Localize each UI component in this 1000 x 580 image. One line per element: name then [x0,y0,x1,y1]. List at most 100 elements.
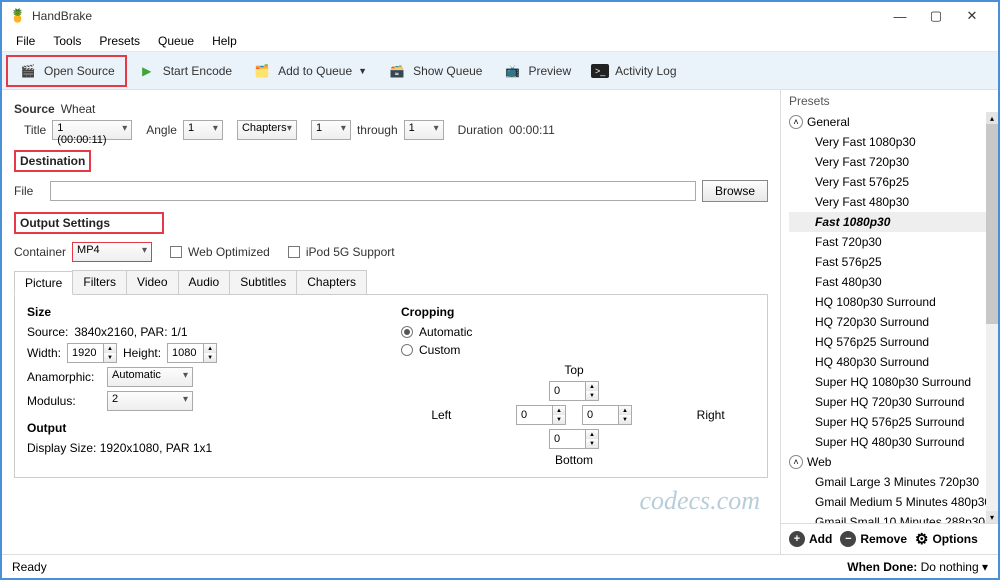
crop-bottom-input[interactable] [549,429,585,449]
preset-category-web[interactable]: ˄Web [789,452,996,472]
add-to-queue-button[interactable]: 🗂️ Add to Queue ▼ [242,57,377,85]
preset-item[interactable]: Very Fast 1080p30 [789,132,996,152]
crop-right-label: Right [697,408,725,422]
preset-options-button[interactable]: ⚙Options [915,530,978,548]
destination-file-input[interactable] [50,181,696,201]
width-spinner[interactable]: ▲▼ [103,343,117,363]
scroll-up-icon[interactable]: ▴ [986,112,998,124]
preset-item[interactable]: HQ 1080p30 Surround [789,292,996,312]
collapse-icon: ˄ [789,115,803,129]
scroll-down-icon[interactable]: ▾ [986,511,998,523]
maximize-button[interactable]: ▢ [918,5,954,27]
tab-video[interactable]: Video [126,270,178,294]
anamorphic-select[interactable]: Automatic [107,367,193,387]
preset-item[interactable]: Fast 480p30 [789,272,996,292]
collapse-icon: ˄ [789,455,803,469]
width-label: Width: [27,346,61,360]
minimize-button[interactable]: — [882,5,918,27]
crop-left-label: Left [431,408,451,422]
width-input[interactable] [67,343,103,363]
open-source-button[interactable]: 🎬 Open Source [6,55,127,87]
crop-custom-radio[interactable] [401,344,413,356]
height-spinner[interactable]: ▲▼ [203,343,217,363]
range-mode-select[interactable]: Chapters [237,120,297,140]
tab-filters[interactable]: Filters [72,270,127,294]
menu-file[interactable]: File [8,32,43,50]
clapperboard-icon: 🎬 [18,61,38,81]
range-end-select[interactable]: 1 [404,120,444,140]
preset-item[interactable]: Gmail Small 10 Minutes 288p30 [789,512,996,523]
range-start-select[interactable]: 1 [311,120,351,140]
source-name: Wheat [61,102,96,116]
preset-item[interactable]: Fast 1080p30 [789,212,996,232]
crop-left-input[interactable] [516,405,552,425]
window-title: HandBrake [32,9,92,23]
angle-select[interactable]: 1 [183,120,223,140]
crop-auto-radio[interactable] [401,326,413,338]
preset-item[interactable]: Fast 720p30 [789,232,996,252]
title-select[interactable]: 1 (00:00:11) [52,120,132,140]
output-heading: Output [27,421,381,435]
preset-item[interactable]: Fast 576p25 [789,252,996,272]
preset-item[interactable]: Super HQ 720p30 Surround [789,392,996,412]
through-label: through [357,123,398,137]
tab-chapters[interactable]: Chapters [296,270,367,294]
menu-help[interactable]: Help [204,32,245,50]
size-heading: Size [27,305,381,319]
menu-queue[interactable]: Queue [150,32,202,50]
plus-icon: + [789,531,805,547]
picture-panel: Size Source: 3840x2160, PAR: 1/1 Width: … [14,295,768,478]
statusbar: Ready When Done: Do nothing ▾ [2,554,998,578]
container-select[interactable]: MP4 [72,242,152,262]
scrollbar[interactable]: ▴ ▾ [986,112,998,523]
tab-audio[interactable]: Audio [178,270,231,294]
preset-item[interactable]: Very Fast 480p30 [789,192,996,212]
tab-subtitles[interactable]: Subtitles [229,270,297,294]
source-dims-label: Source: [27,325,68,339]
ipod-5g-checkbox[interactable] [288,246,300,258]
preview-button[interactable]: 📺 Preview [492,57,581,85]
browse-button[interactable]: Browse [702,180,768,202]
show-queue-button[interactable]: 🗃️ Show Queue [377,57,492,85]
modulus-select[interactable]: 2 [107,391,193,411]
preset-item[interactable]: Super HQ 1080p30 Surround [789,372,996,392]
when-done-select[interactable]: Do nothing ▾ [921,560,988,574]
preset-item[interactable]: Super HQ 480p30 Surround [789,432,996,452]
source-label: Source [14,102,55,116]
watermark: codecs.com [639,486,760,516]
gear-icon: ⚙ [915,530,928,548]
preset-item[interactable]: HQ 480p30 Surround [789,352,996,372]
scrollbar-thumb[interactable] [986,124,998,324]
close-button[interactable]: ✕ [954,5,990,27]
preset-category-general[interactable]: ˄General [789,112,996,132]
preset-add-button[interactable]: +Add [789,531,832,547]
preset-remove-button[interactable]: −Remove [840,531,907,547]
cropping-heading: Cropping [401,305,755,319]
container-label: Container [14,245,66,259]
preset-item[interactable]: Gmail Medium 5 Minutes 480p30 [789,492,996,512]
angle-label: Angle [146,123,177,137]
tab-picture[interactable]: Picture [14,271,73,295]
activity-log-button[interactable]: >_ Activity Log [581,60,686,82]
preset-item[interactable]: Very Fast 720p30 [789,152,996,172]
web-optimized-checkbox[interactable] [170,246,182,258]
preset-item[interactable]: HQ 576p25 Surround [789,332,996,352]
tabs: Picture Filters Video Audio Subtitles Ch… [14,270,768,295]
preset-item[interactable]: HQ 720p30 Surround [789,312,996,332]
height-input[interactable] [167,343,203,363]
presets-list[interactable]: ▴ ▾ ˄General Very Fast 1080p30Very Fast … [781,112,998,523]
destination-heading: Destination [14,150,91,172]
crop-top-label: Top [564,363,583,377]
preset-item[interactable]: Very Fast 576p25 [789,172,996,192]
terminal-icon: >_ [591,64,609,78]
preset-item[interactable]: Super HQ 576p25 Surround [789,412,996,432]
menu-tools[interactable]: Tools [45,32,89,50]
queue-icon: 🗃️ [387,61,407,81]
status-text: Ready [12,560,47,574]
start-encode-button[interactable]: ▶ Start Encode [127,57,242,85]
menu-presets[interactable]: Presets [91,32,148,50]
preset-item[interactable]: Gmail Large 3 Minutes 720p30 [789,472,996,492]
app-logo-icon: 🍍 [10,8,26,24]
crop-right-input[interactable] [582,405,618,425]
crop-top-input[interactable] [549,381,585,401]
